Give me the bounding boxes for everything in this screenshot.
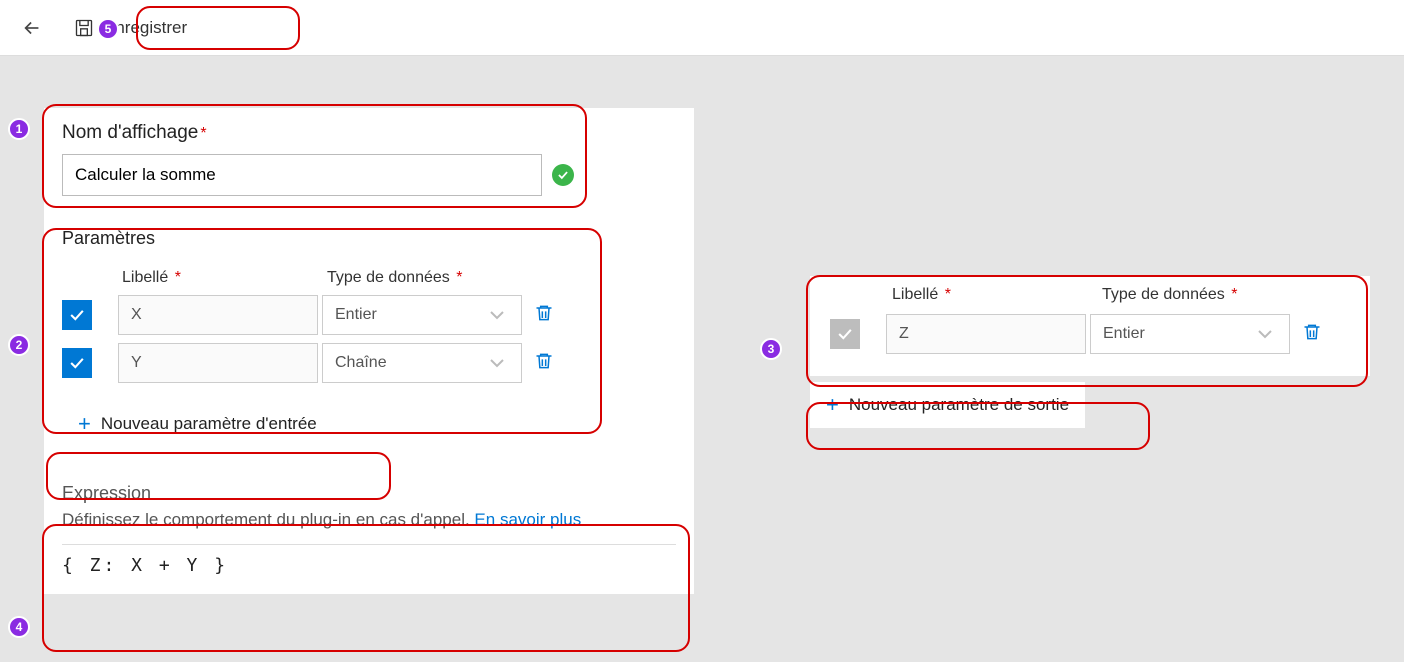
checkmark-icon xyxy=(67,353,87,373)
save-icon xyxy=(74,18,94,38)
param-label-input[interactable] xyxy=(118,343,318,383)
param-label-input[interactable] xyxy=(118,295,318,335)
param-type-select[interactable]: Chaîne xyxy=(322,343,522,383)
plus-icon: + xyxy=(826,392,839,418)
callout-1: 1 xyxy=(8,118,30,140)
row-checkbox-disabled xyxy=(830,319,860,349)
display-name-label: Nom d'affichage* xyxy=(62,122,676,144)
learn-more-link[interactable]: En savoir plus xyxy=(474,510,581,529)
output-row: Entier xyxy=(830,314,1350,354)
delete-row-button[interactable] xyxy=(1302,322,1322,347)
chevron-down-icon xyxy=(485,351,509,375)
parameter-row: Entier xyxy=(62,295,676,335)
callout-4: 4 xyxy=(8,616,30,638)
trash-icon xyxy=(534,351,554,371)
validation-ok-icon xyxy=(552,164,574,186)
trash-icon xyxy=(1302,322,1322,342)
param-type-select[interactable]: Entier xyxy=(322,295,522,335)
checkmark-icon xyxy=(67,305,87,325)
display-name-label-text: Nom d'affichage xyxy=(62,122,198,143)
back-button[interactable] xyxy=(12,8,52,48)
plus-icon: + xyxy=(78,411,91,437)
out-type-value: Entier xyxy=(1103,325,1145,343)
parameter-row: Chaîne xyxy=(62,343,676,383)
expression-title: Expression xyxy=(62,483,676,504)
param-type-value: Chaîne xyxy=(335,354,387,372)
chevron-down-icon xyxy=(485,303,509,327)
required-asterisk: * xyxy=(200,125,206,142)
out-col-header-label: Libellé * xyxy=(892,286,1102,304)
row-checkbox[interactable] xyxy=(62,300,92,330)
parameters-section: Paramètres Libellé * Type de données * E… xyxy=(44,228,694,461)
save-button[interactable]: Enregistrer xyxy=(60,10,201,46)
row-checkbox[interactable] xyxy=(62,348,92,378)
parameters-title: Paramètres xyxy=(62,228,676,249)
callout-5: 5 xyxy=(97,18,119,40)
col-header-type: Type de données * xyxy=(327,269,537,287)
expression-desc: Définissez le comportement du plug-in en… xyxy=(62,510,676,530)
callout-3: 3 xyxy=(760,338,782,360)
trash-icon xyxy=(534,303,554,323)
right-panel: Libellé * Type de données * Entier + Nou… xyxy=(810,276,1370,428)
out-label-input[interactable] xyxy=(886,314,1086,354)
delete-row-button[interactable] xyxy=(534,351,554,376)
add-output-label: Nouveau paramètre de sortie xyxy=(849,395,1069,415)
expression-editor[interactable]: { Z: X + Y } xyxy=(62,544,676,576)
out-type-select[interactable]: Entier xyxy=(1090,314,1290,354)
out-col-header-type: Type de données * xyxy=(1102,286,1312,304)
param-type-value: Entier xyxy=(335,306,377,324)
chevron-down-icon xyxy=(1253,322,1277,346)
expression-section: Expression Définissez le comportement du… xyxy=(44,461,694,594)
callout-2: 2 xyxy=(8,334,30,356)
col-header-label: Libellé * xyxy=(122,269,327,287)
display-name-section: Nom d'affichage* xyxy=(44,108,694,210)
add-input-param-button[interactable]: + Nouveau paramètre d'entrée xyxy=(62,401,333,447)
arrow-left-icon xyxy=(21,17,43,39)
expression-desc-text: Définissez le comportement du plug-in en… xyxy=(62,510,474,529)
display-name-input[interactable] xyxy=(62,154,542,196)
checkmark-icon xyxy=(835,324,855,344)
add-input-label: Nouveau paramètre d'entrée xyxy=(101,414,317,434)
left-panel: Nom d'affichage* Paramètres Libellé * Ty… xyxy=(44,108,694,594)
delete-row-button[interactable] xyxy=(534,303,554,328)
add-output-param-button[interactable]: + Nouveau paramètre de sortie xyxy=(810,382,1085,428)
